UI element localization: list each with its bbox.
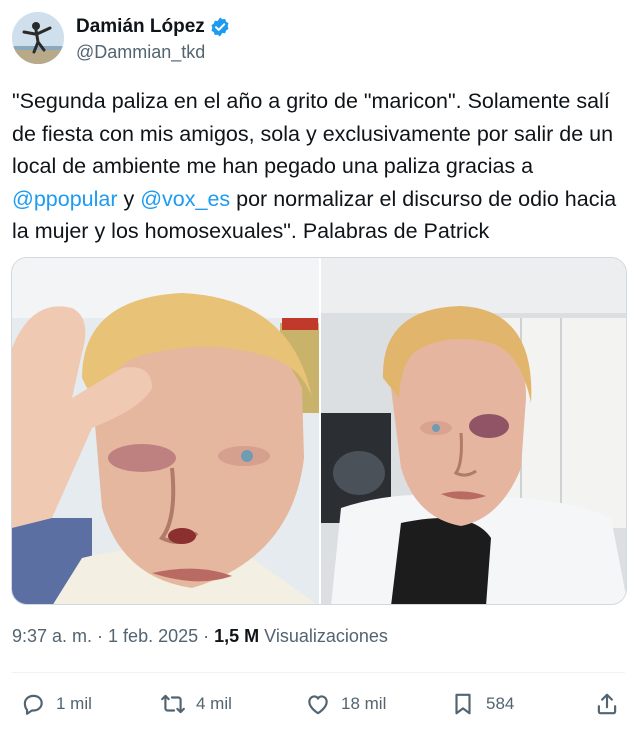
tweet-date[interactable]: 1 feb. 2025 [108, 626, 198, 647]
tweet-header: Damián López @Dammian_tkd [12, 12, 231, 64]
retweet-icon [161, 694, 185, 714]
bookmark-count: 584 [486, 694, 515, 713]
tweet-text: "Segunda paliza en el año a grito de "ma… [12, 85, 627, 248]
divider [12, 672, 625, 673]
retweet-button[interactable]: 4 mil [160, 691, 232, 717]
reply-icon [23, 694, 43, 715]
author-names: Damián López @Dammian_tkd [76, 16, 231, 63]
reply-button[interactable]: 1 mil [20, 691, 92, 717]
avatar-image [12, 12, 64, 64]
bookmark-icon [455, 693, 471, 715]
photo-injured-face-hospital[interactable] [321, 258, 626, 604]
tweet-time[interactable]: 9:37 a. m. [12, 626, 92, 647]
like-count: 18 mil [341, 694, 387, 713]
tweet-text-part: "Segunda paliza en el año a grito de "ma… [12, 89, 614, 178]
photo-selfie-injured-face[interactable] [12, 258, 319, 604]
mention-vox-link[interactable]: @vox_es [140, 187, 230, 211]
heart-icon [308, 695, 328, 715]
retweet-count: 4 mil [196, 694, 232, 713]
views-count: 1,5 M [214, 626, 260, 646]
tweet-text-part: y [117, 186, 141, 211]
meta-separator: · [198, 626, 215, 646]
author-display-name[interactable]: Damián López [76, 16, 205, 38]
views-label: Visualizaciones [259, 626, 388, 646]
reply-count: 1 mil [56, 694, 92, 713]
share-button[interactable] [594, 691, 620, 717]
tweet-actions: 1 mil 4 mil 18 mil 584 [12, 685, 625, 723]
share-icon [597, 693, 617, 715]
like-button[interactable]: 18 mil [305, 691, 386, 717]
avatar[interactable] [12, 12, 64, 64]
mention-ppopular-link[interactable]: @ppopular [12, 187, 118, 211]
author-handle[interactable]: @Dammian_tkd [76, 42, 231, 63]
tweet-meta: 9:37 a. m. · 1 feb. 2025 · 1,5 M Visuali… [12, 626, 388, 647]
bookmark-button[interactable]: 584 [450, 691, 514, 717]
tweet-media [11, 257, 627, 605]
meta-separator: · [92, 626, 109, 646]
verified-badge-icon [211, 17, 229, 36]
